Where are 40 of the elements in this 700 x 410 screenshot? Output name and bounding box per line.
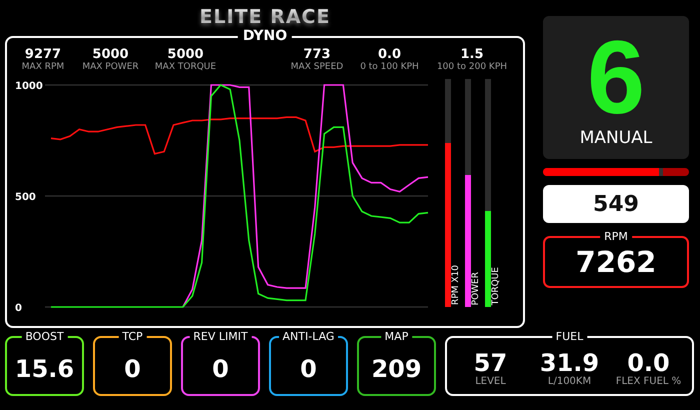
stat-label: MAX POWER [82,62,139,73]
stat-label: 100 to 200 KPH [436,62,508,73]
fuel-label: FUEL [552,330,588,343]
gauge-value: 0 [124,356,141,382]
stat-label: MAX RPM [22,62,64,73]
axis-tick-label: 1000 [15,81,43,92]
gauge-label: REV LIMIT [189,330,252,343]
speed-display: 549 [543,185,689,223]
stat-label: MAX SPEED [290,62,344,73]
fuel-value: 31.9 [540,350,600,376]
fuel-stat-label: LEVEL [475,376,506,388]
axis-tick-label: 500 [15,192,36,203]
stat-label: 0 to 100 KPH [360,62,419,73]
stat-value: 1.5 [460,48,484,62]
gauge-value: 15.6 [14,356,74,382]
stat-value: 9277 [24,48,62,62]
fuel-stat-label: L/100KM [548,376,592,388]
rpm-value: 7262 [576,246,656,278]
meter-label: TORQUE [491,266,502,305]
stat-value: 5000 [167,48,204,62]
gauge-value: 0 [212,356,229,382]
fuel-value: 57 [474,350,508,376]
gauge-label: BOOST [21,330,68,343]
meter-label: POWER [471,272,482,305]
gauge-label: TCP [118,330,147,343]
gear-mode: MANUAL [580,128,652,148]
stat-label: MAX TORQUE [154,62,216,73]
gauge-label: ANTI-LAG [278,330,338,343]
gear-number: 6 [587,28,645,128]
gauge-value: 0 [300,356,317,382]
gauge-label: MAP [380,330,412,343]
stat-value: 773 [303,48,331,62]
meter-label: RPM X10 [451,265,462,305]
fuel-value: 0.0 [627,350,670,376]
rpm-label: RPM [600,230,632,243]
stat-value: 0.0 [378,48,402,62]
fuel-stat-label: FLEX FUEL % [616,376,682,388]
axis-tick-label: 0 [15,303,22,314]
gauge-value: 209 [371,356,422,382]
stat-value: 5000 [92,48,129,62]
